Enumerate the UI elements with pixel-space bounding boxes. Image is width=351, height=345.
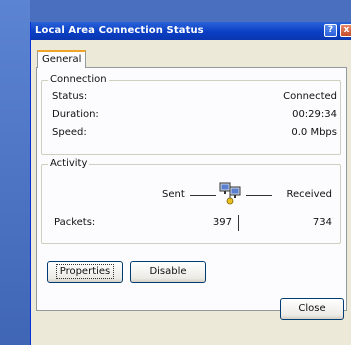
sent-line — [190, 195, 216, 196]
packets-label: Packets: — [54, 217, 96, 228]
network-activity-icon — [219, 182, 241, 205]
close-button[interactable]: Close — [280, 298, 344, 320]
packets-divider — [238, 215, 239, 231]
activity-group: Activity Sent Received Packets: 397 734 — [41, 158, 341, 244]
properties-button-label: Properties — [55, 264, 115, 279]
speed-value: 0.0 Mbps — [291, 127, 337, 138]
packets-sent-value: 397 — [212, 217, 232, 228]
received-label: Received — [286, 189, 333, 200]
speed-row: Speed: 0.0 Mbps — [52, 127, 337, 141]
tab-general[interactable]: General — [37, 50, 87, 68]
duration-value: 00:29:34 — [292, 109, 337, 120]
status-row: Status: Connected — [52, 91, 337, 105]
desktop-background — [0, 0, 30, 345]
connection-status-dialog: Local Area Connection Status ? x General… — [30, 22, 351, 345]
window-title: Local Area Connection Status — [35, 25, 204, 36]
title-bar[interactable]: Local Area Connection Status ? x — [31, 22, 351, 40]
status-label: Status: — [52, 91, 88, 102]
connection-group-title: Connection — [48, 74, 109, 85]
speed-label: Speed: — [52, 127, 87, 138]
duration-row: Duration: 00:29:34 — [52, 109, 337, 123]
packets-received-value: 734 — [312, 217, 332, 228]
disable-button[interactable]: Disable — [130, 261, 206, 283]
duration-label: Duration: — [52, 109, 99, 120]
general-tab-panel: Connection Status: Connected Duration: 0… — [36, 67, 347, 311]
activity-group-title: Activity — [48, 158, 90, 169]
sent-label: Sent — [162, 189, 185, 200]
connection-group: Connection Status: Connected Duration: 0… — [41, 74, 341, 155]
properties-button[interactable]: Properties — [47, 261, 123, 283]
help-button[interactable]: ? — [324, 24, 337, 37]
close-window-button[interactable]: x — [340, 24, 351, 37]
received-line — [246, 195, 272, 196]
status-value: Connected — [283, 91, 337, 102]
